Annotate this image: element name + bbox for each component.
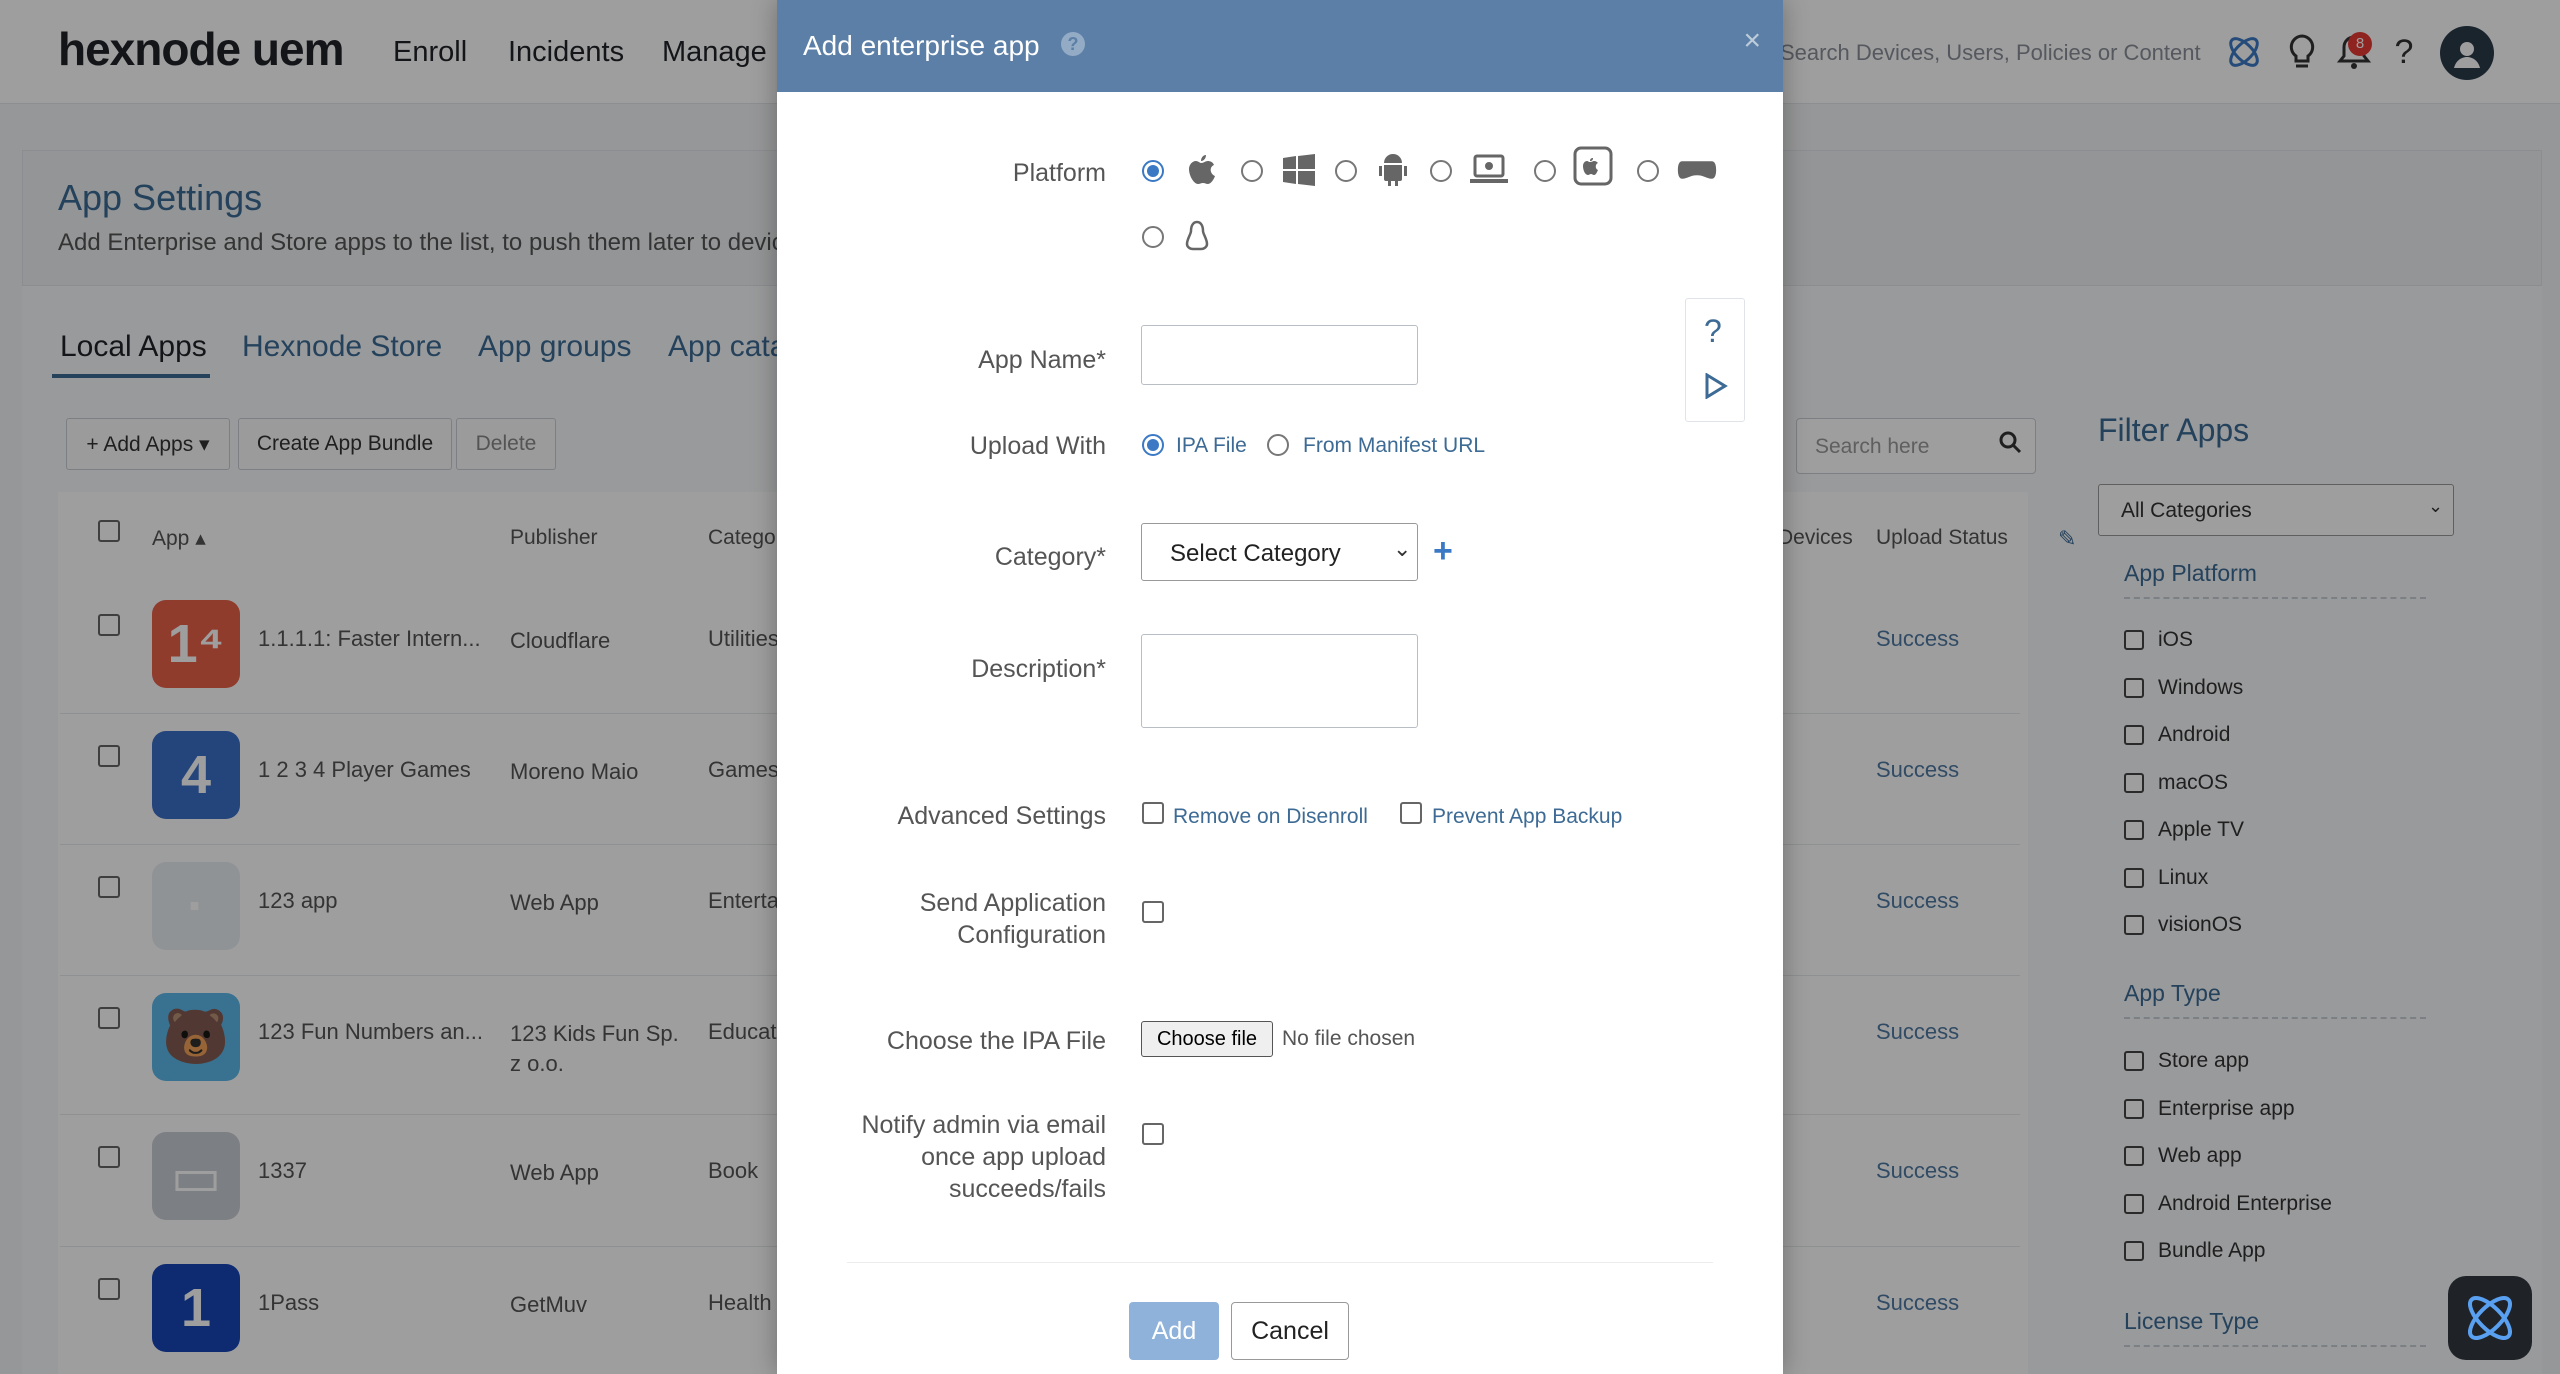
upload-manifest-radio[interactable] bbox=[1267, 434, 1289, 456]
hexnode-assistant-button[interactable] bbox=[2448, 1276, 2532, 1360]
platform-radio-mac-laptop[interactable] bbox=[1430, 160, 1452, 182]
help-circle-icon[interactable]: ? bbox=[1061, 32, 1085, 56]
platform-radio-apple[interactable] bbox=[1142, 160, 1164, 182]
remove-on-disenroll-label: Remove on Disenroll bbox=[1173, 805, 1368, 828]
platform-radio-vision-headset[interactable] bbox=[1637, 160, 1659, 182]
dialog-title: Add enterprise app bbox=[803, 30, 1040, 61]
app-config-label: Send Application Configuration bbox=[920, 887, 1106, 951]
category-select[interactable]: Select Category bbox=[1141, 523, 1418, 581]
platform-radio-linux[interactable] bbox=[1142, 226, 1164, 248]
file-status-text: No file chosen bbox=[1282, 1027, 1416, 1050]
choose-file-button[interactable]: Choose file bbox=[1141, 1021, 1273, 1057]
upload-ipa-radio[interactable] bbox=[1142, 434, 1164, 456]
apple-tv-icon[interactable] bbox=[1573, 146, 1613, 186]
send-app-config-checkbox[interactable] bbox=[1142, 901, 1164, 923]
app-name-label: App Name* bbox=[978, 346, 1106, 374]
upload-manifest-label: From Manifest URL bbox=[1303, 434, 1486, 457]
category-label: Category* bbox=[994, 543, 1106, 571]
description-label: Description* bbox=[971, 655, 1106, 683]
notify-admin-checkbox[interactable] bbox=[1142, 1123, 1164, 1145]
upload-ipa-label: IPA File bbox=[1176, 434, 1247, 457]
add-enterprise-app-dialog: Add enterprise app ? × Platform ? App Na… bbox=[777, 0, 1783, 1374]
chevron-down-icon: ⌄ bbox=[1393, 536, 1412, 561]
close-icon[interactable]: × bbox=[1743, 24, 1761, 58]
notify-label-line3: succeeds/fails bbox=[948, 1175, 1106, 1203]
dialog-footer-divider bbox=[847, 1262, 1713, 1263]
mac-laptop-icon[interactable] bbox=[1469, 150, 1509, 190]
platform-radio-apple-tv[interactable] bbox=[1534, 160, 1556, 182]
prevent-app-backup-label: Prevent App Backup bbox=[1432, 805, 1623, 828]
linux-icon[interactable] bbox=[1177, 216, 1217, 256]
notify-label-line2: once app upload bbox=[921, 1143, 1106, 1171]
notify-label-line1: Notify admin via email bbox=[861, 1111, 1106, 1139]
add-button[interactable]: Add bbox=[1129, 1302, 1219, 1360]
platform-radio-windows[interactable] bbox=[1241, 160, 1263, 182]
app-name-input[interactable] bbox=[1141, 325, 1418, 385]
app-config-label-line1: Send Application bbox=[919, 889, 1106, 917]
advanced-settings-label: Advanced Settings bbox=[897, 802, 1106, 830]
cancel-button[interactable]: Cancel bbox=[1231, 1302, 1349, 1360]
platform-radio-android[interactable] bbox=[1335, 160, 1357, 182]
choose-ipa-label: Choose the IPA File bbox=[886, 1027, 1106, 1055]
dialog-side-tools: ? bbox=[1685, 298, 1745, 422]
android-icon[interactable] bbox=[1373, 150, 1413, 190]
upload-with-label: Upload With bbox=[969, 432, 1106, 460]
vision-headset-icon[interactable] bbox=[1677, 150, 1717, 190]
dialog-header: Add enterprise app ? × bbox=[777, 0, 1783, 92]
app-config-label-line2: Configuration bbox=[957, 921, 1106, 949]
notify-admin-label: Notify admin via email once app upload s… bbox=[861, 1109, 1106, 1205]
remove-on-disenroll-checkbox[interactable] bbox=[1142, 802, 1164, 824]
apple-icon[interactable] bbox=[1181, 150, 1221, 190]
description-textarea[interactable] bbox=[1141, 634, 1418, 728]
add-category-plus-icon[interactable]: + bbox=[1433, 532, 1453, 571]
platform-label: Platform bbox=[1012, 159, 1106, 187]
play-icon[interactable] bbox=[1704, 372, 1728, 404]
question-icon[interactable]: ? bbox=[1704, 313, 1722, 350]
windows-icon[interactable] bbox=[1279, 150, 1319, 190]
prevent-app-backup-checkbox[interactable] bbox=[1400, 802, 1422, 824]
